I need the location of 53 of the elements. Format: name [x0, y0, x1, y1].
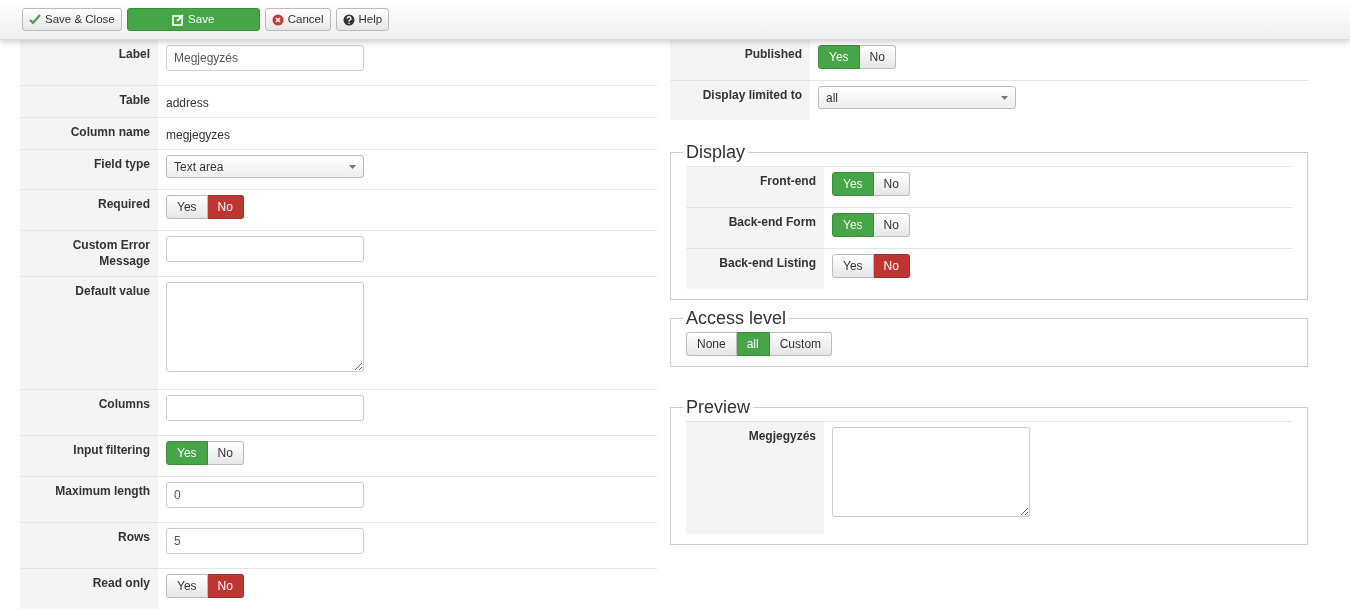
- select-field[interactable]: Text area: [166, 155, 364, 178]
- toggle-option[interactable]: No: [873, 254, 910, 278]
- text-field[interactable]: [166, 395, 364, 421]
- field-value: megjegyzes: [166, 127, 232, 144]
- caret-icon: [349, 164, 356, 169]
- section-legend: Access level: [683, 308, 790, 328]
- toolbar-button[interactable]: Help: [335, 8, 390, 31]
- text-area[interactable]: [166, 282, 364, 372]
- field-label: Rows: [20, 523, 158, 568]
- text-field[interactable]: 0: [166, 482, 364, 508]
- field-label: Back-end Form: [686, 208, 824, 248]
- field-label: Default value: [20, 277, 158, 389]
- section-legend: Preview: [683, 397, 754, 417]
- field-label: Field type: [20, 150, 158, 189]
- toggle-option[interactable]: None: [686, 332, 737, 356]
- text-field[interactable]: [166, 236, 364, 262]
- toggle-option[interactable]: No: [207, 195, 244, 219]
- toggle-option[interactable]: No: [859, 45, 896, 69]
- field-label: Maximum length: [20, 477, 158, 522]
- field-label: Read only: [20, 569, 158, 609]
- help-icon: [342, 13, 355, 26]
- toggle-option[interactable]: Yes: [832, 254, 874, 278]
- edit-icon: [172, 13, 185, 26]
- toggle-option[interactable]: No: [873, 172, 910, 196]
- toggle-option[interactable]: No: [207, 574, 244, 598]
- field-label: Back-end Listing: [686, 249, 824, 289]
- field-label: Display limited to: [670, 81, 810, 120]
- text-field[interactable]: Megjegyzés: [166, 45, 364, 71]
- text-field[interactable]: 5: [166, 528, 364, 554]
- cancel-icon: [271, 13, 284, 26]
- toggle-option[interactable]: Custom: [769, 332, 833, 356]
- toggle-option[interactable]: Yes: [166, 195, 208, 219]
- toggle-option[interactable]: No: [873, 213, 910, 237]
- section-legend: Display: [683, 142, 749, 162]
- field-label: Custom Error Message: [20, 231, 158, 276]
- field-label: Required: [20, 190, 158, 230]
- text-area[interactable]: [832, 427, 1030, 517]
- caret-icon: [1001, 95, 1008, 100]
- field-label: Table: [20, 86, 158, 117]
- field-value: address: [166, 95, 210, 112]
- field-label: Input filtering: [20, 436, 158, 476]
- field-label: Megjegyzés: [686, 422, 824, 534]
- check-icon: [29, 14, 41, 25]
- toolbar-button[interactable]: Save & Close: [22, 8, 122, 31]
- field-label: Columns: [20, 390, 158, 435]
- field-label: Column name: [20, 118, 158, 149]
- field-label: Published: [670, 40, 810, 80]
- toggle-option[interactable]: Yes: [166, 574, 208, 598]
- field-label: Label: [20, 40, 158, 85]
- toggle-option[interactable]: No: [207, 441, 244, 465]
- field-label: Front-end: [686, 167, 824, 207]
- select-field[interactable]: all: [818, 86, 1016, 109]
- toolbar-button[interactable]: Cancel: [264, 8, 331, 31]
